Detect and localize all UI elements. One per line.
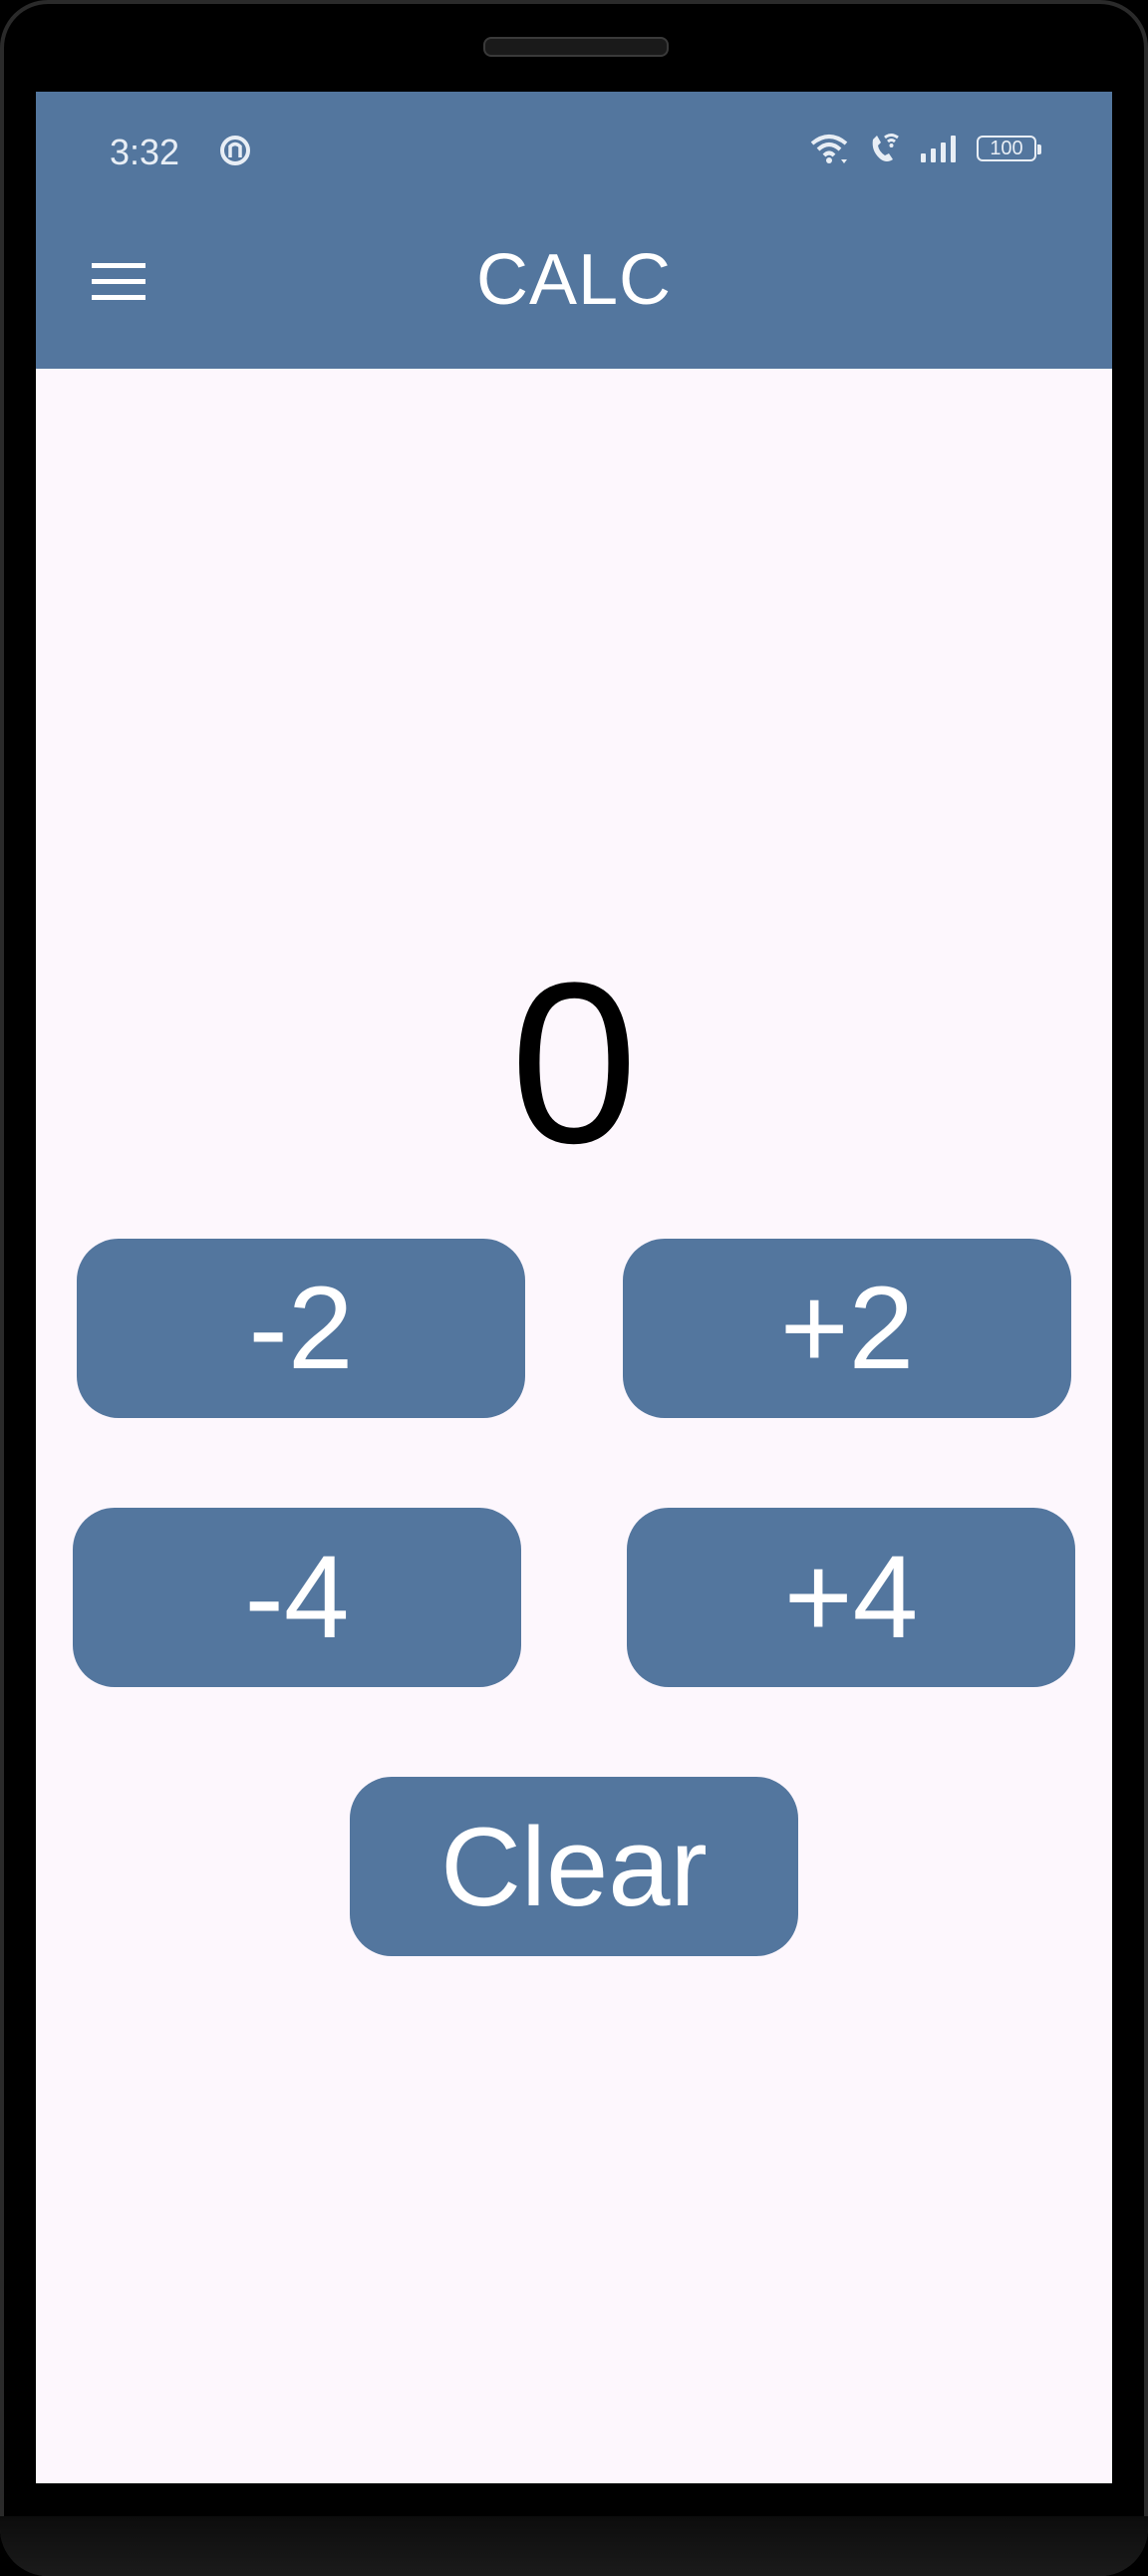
battery-icon: 100 — [977, 136, 1041, 161]
app-title: CALC — [475, 240, 673, 320]
battery-level: 100 — [990, 137, 1023, 159]
status-icons: 100 — [809, 132, 1041, 165]
earpiece-speaker — [483, 37, 669, 57]
app-notification-icon — [220, 136, 250, 165]
top-app-bar: 3:32 100 CALC — [36, 92, 1112, 369]
minus-four-button[interactable]: -4 — [73, 1508, 521, 1687]
plus-four-button[interactable]: +4 — [627, 1508, 1075, 1687]
cell-signal-icon — [921, 136, 956, 162]
wifi-call-icon — [872, 134, 899, 161]
wifi-icon — [810, 135, 848, 163]
app-screen: 3:32 100 CALC 0 -2 +2 -4 +4 Clear — [36, 92, 1112, 2483]
minus-two-button[interactable]: -2 — [77, 1239, 525, 1418]
plus-two-button[interactable]: +2 — [623, 1239, 1071, 1418]
status-time: 3:32 — [110, 132, 180, 172]
phone-frame: 3:32 100 CALC 0 -2 +2 -4 +4 Clear — [0, 0, 1148, 2576]
counter-display: 0 — [510, 935, 638, 1191]
clear-button[interactable]: Clear — [350, 1777, 798, 1956]
bottom-bezel — [0, 2516, 1148, 2576]
